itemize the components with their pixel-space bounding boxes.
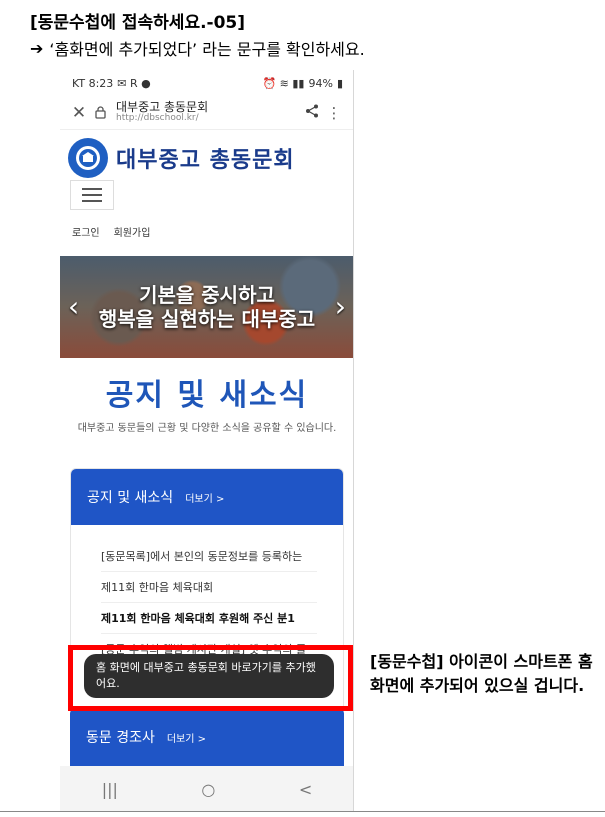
notice-card-title: 공지 및 새소식: [87, 490, 174, 506]
recent-apps-icon[interactable]: |||: [102, 780, 118, 799]
battery-level: 94%: [308, 76, 333, 90]
auth-links: 로그인 회원가입: [60, 210, 353, 239]
arrow-right-icon: ➔: [30, 38, 44, 58]
events-card-title: 동문 경조사: [86, 730, 155, 746]
annotation-text: [동문수첩] 아이콘이 스마트폰 홈화면에 추가되어 있으실 겁니다.: [370, 652, 593, 695]
events-card-header: 동문 경조사 더보기 >: [70, 708, 344, 766]
close-icon[interactable]: ✕: [68, 103, 90, 123]
brand[interactable]: 대부중고 총동문회: [68, 138, 343, 178]
carousel-next-icon[interactable]: ›: [335, 290, 346, 323]
notification-icons: ✉ R ●: [117, 76, 151, 90]
toast-message: 홈 화면에 대부중고 총동문회 바로가기를 추가했어요.: [84, 654, 334, 698]
login-link[interactable]: 로그인: [72, 224, 100, 239]
events-more-link[interactable]: 더보기 >: [167, 730, 206, 745]
share-icon[interactable]: [301, 104, 323, 122]
list-item[interactable]: 제11회 한마음 체육대회 후원해 주신 분1: [101, 603, 317, 634]
notice-description: 대부중고 동문들의 근황 및 다양한 소식을 공유할 수 있습니다.: [77, 423, 337, 434]
back-icon[interactable]: <: [299, 780, 312, 799]
battery-icon: ▮: [336, 76, 343, 90]
status-bar: KT 8:23 ✉ R ● ⏰ ≋ ▮▮ 94% ▮: [60, 70, 353, 96]
address-bar[interactable]: 대부중고 총동문회 http://dbschool.kr/: [110, 101, 301, 123]
more-vert-icon[interactable]: ⋮: [323, 104, 345, 122]
page-url: http://dbschool.kr/: [116, 113, 199, 124]
android-nav-bar: ||| ○ <: [60, 766, 353, 812]
phone-screen: KT 8:23 ✉ R ● ⏰ ≋ ▮▮ 94% ▮ ✕ 대부중고 총동문회 h…: [60, 70, 354, 812]
hero-line-1: 기본을 중시하고: [139, 283, 275, 307]
hamburger-menu-icon[interactable]: [70, 180, 114, 210]
signal-icons: ⏰ ≋ ▮▮: [262, 76, 305, 90]
site-header: 대부중고 총동문회: [60, 130, 353, 210]
carousel-prev-icon[interactable]: ‹: [68, 290, 79, 323]
lock-icon[interactable]: [90, 106, 110, 119]
carrier-time: KT 8:23: [72, 76, 114, 90]
browser-toolbar: ✕ 대부중고 총동문회 http://dbschool.kr/ ⋮: [60, 96, 353, 130]
list-item[interactable]: 제11회 한마음 체육대회: [101, 572, 317, 603]
notice-section: 공지 및 새소식 대부중고 동문들의 근황 및 다양한 소식을 공유할 수 있습…: [60, 370, 353, 437]
instruction-text: ‘홈화면에 추가되었다’ 라는 문구를 확인하세요.: [49, 40, 365, 59]
school-logo-icon: [68, 138, 108, 178]
notice-heading: 공지 및 새소식: [105, 378, 309, 413]
notice-more-link[interactable]: 더보기 >: [185, 490, 224, 505]
doc-instruction: ➔ ‘홈화면에 추가되었다’ 라는 문구를 확인하세요.: [30, 36, 365, 60]
signup-link[interactable]: 회원가입: [114, 224, 151, 239]
notice-card-header: 공지 및 새소식 더보기 >: [71, 469, 343, 525]
hero-banner: 기본을 중시하고 행복을 실현하는 대부중고 ‹ ›: [60, 256, 353, 358]
hero-line-2: 행복을 실현하는 대부중고: [98, 307, 316, 331]
home-icon[interactable]: ○: [201, 780, 215, 799]
brand-name: 대부중고 총동문회: [116, 148, 295, 173]
notice-list: [동문목록]에서 본인의 동문정보를 등록하는 제11회 한마음 체육대회 제1…: [71, 525, 343, 665]
list-item[interactable]: [동문목록]에서 본인의 동문정보를 등록하는: [101, 541, 317, 572]
divider: [0, 811, 605, 812]
doc-title: [동문수첩에 접속하세요.-05]: [30, 13, 246, 33]
